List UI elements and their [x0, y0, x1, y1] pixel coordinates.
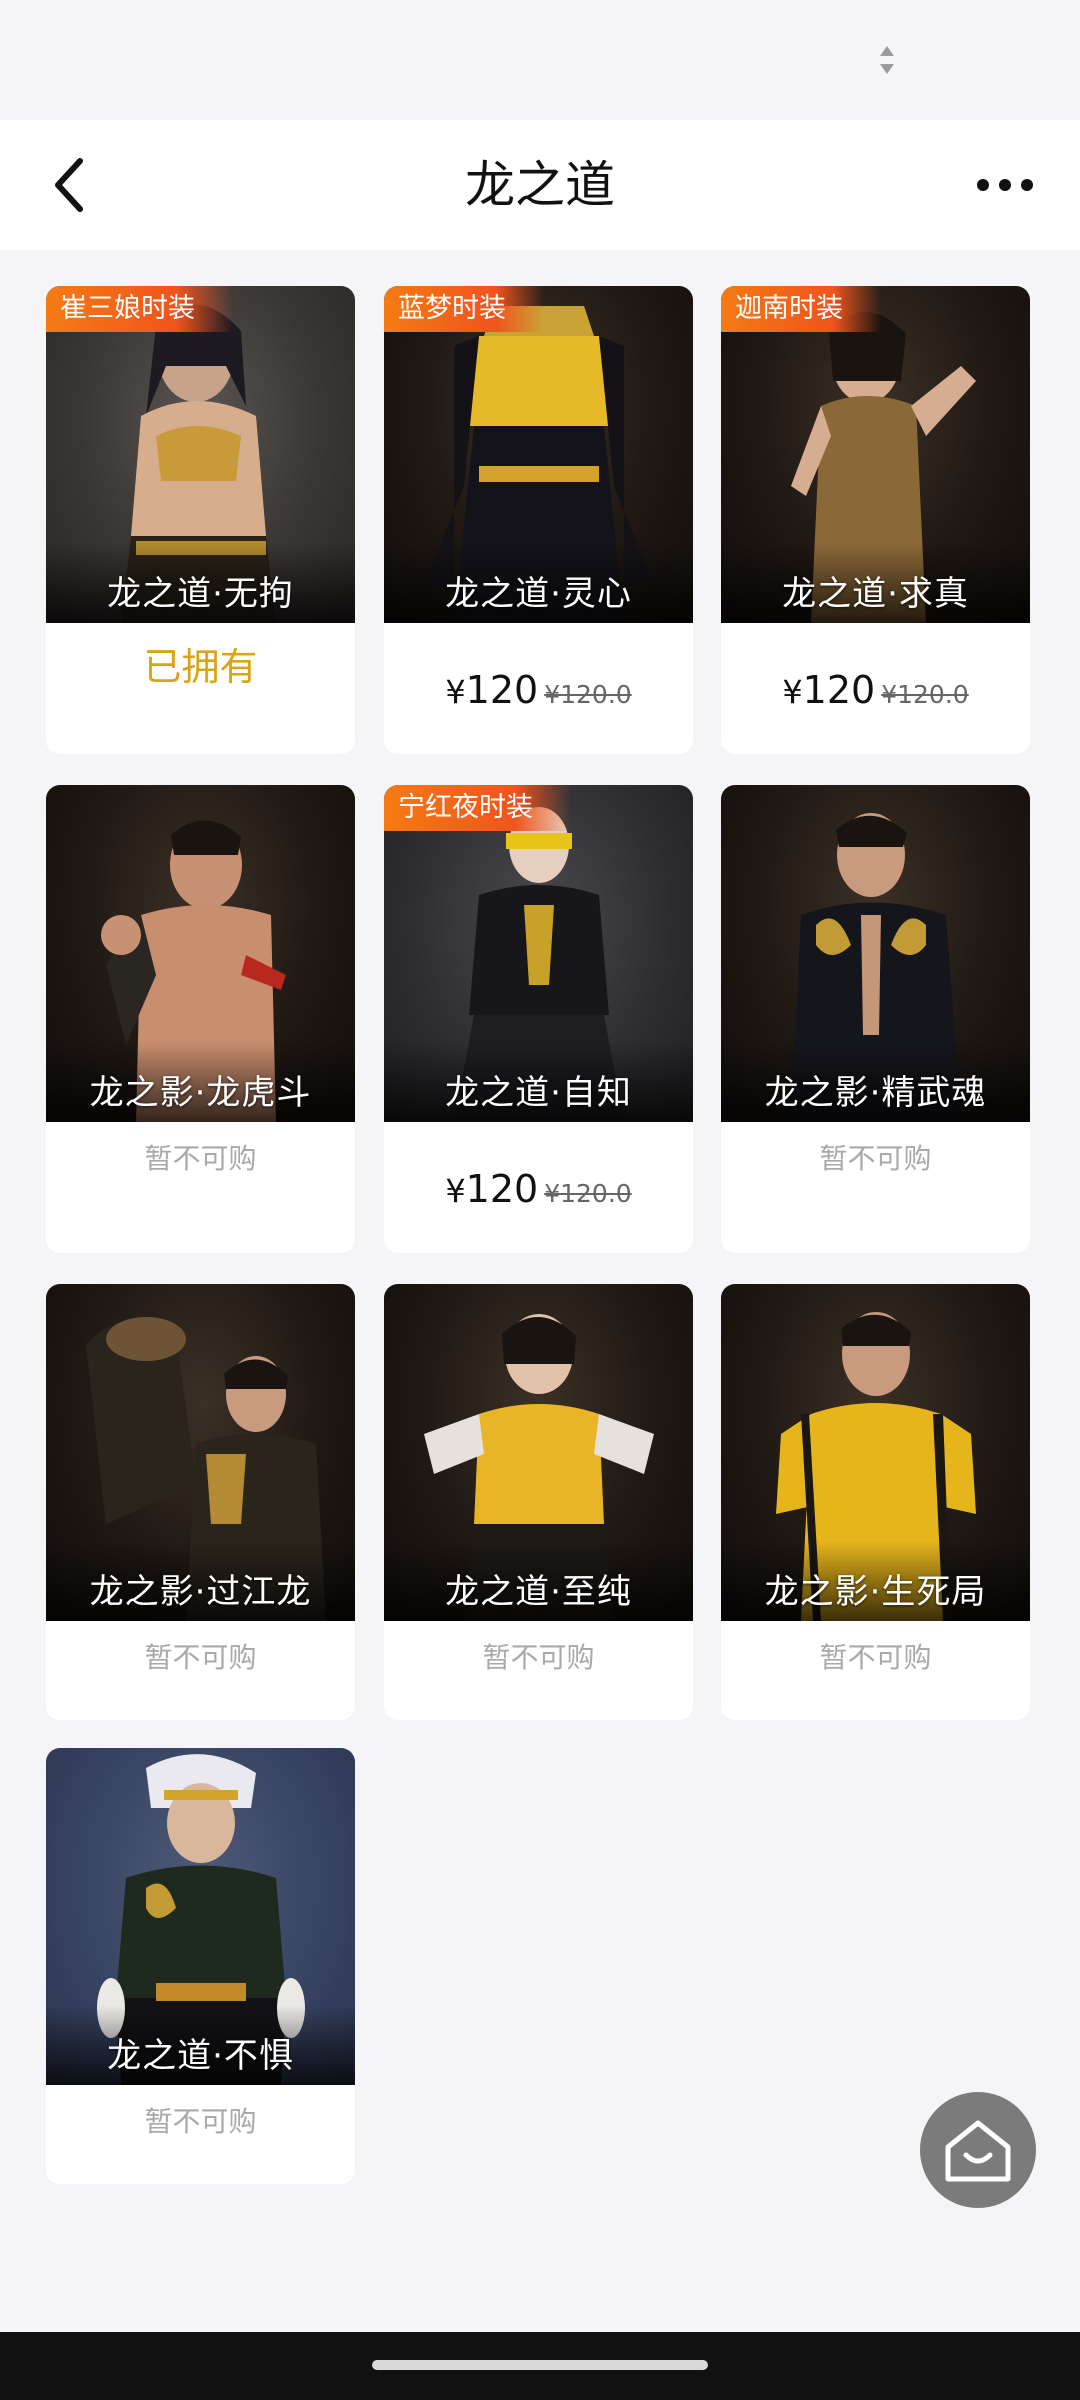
costume-card[interactable]: 龙之影·过江龙 暂不可购	[46, 1284, 355, 1720]
home-indicator[interactable]	[372, 2360, 708, 2370]
costume-tag: 宁红夜时装	[384, 785, 571, 831]
price-currency: ¥	[445, 673, 466, 711]
unavailable-label: 暂不可购	[482, 1641, 595, 1674]
price: ¥120 ¥120.0	[384, 1167, 693, 1211]
price-value: 120	[802, 668, 876, 712]
costume-tag: 蓝梦时装	[384, 286, 544, 332]
original-price: ¥120.0	[544, 1179, 632, 1208]
costume-name: 龙之道·自知	[445, 1073, 632, 1113]
home-button[interactable]	[920, 2092, 1036, 2208]
home-icon	[945, 2120, 1011, 2182]
system-navigation-bar	[0, 2332, 1080, 2400]
costume-name: 龙之道·无拘	[107, 574, 294, 614]
costume-card[interactable]: 龙之影·生死局 暂不可购	[721, 1284, 1030, 1720]
back-button[interactable]	[26, 140, 116, 230]
costume-card[interactable]: 迦南时装 龙之道·求真 ¥120 ¥120.0	[721, 286, 1030, 754]
price: ¥120 ¥120.0	[384, 668, 693, 712]
status-bar	[0, 0, 1080, 120]
original-price: ¥120.0	[881, 680, 969, 709]
costume-name: 龙之影·过江龙	[89, 1572, 312, 1612]
unavailable-label: 暂不可购	[144, 1142, 257, 1175]
more-options-button[interactable]	[960, 140, 1050, 230]
costume-name: 龙之影·生死局	[764, 1572, 987, 1612]
more-dots-icon	[977, 179, 1033, 191]
costume-card[interactable]: 蓝梦时装 龙之道·灵心 ¥120 ¥120.0	[384, 286, 693, 754]
costume-card[interactable]: 龙之影·精武魂 暂不可购	[721, 785, 1030, 1253]
costume-card[interactable]: 崔三娘时装 龙之道·无拘 已拥有	[46, 286, 355, 754]
sort-arrows-icon	[880, 46, 894, 74]
costume-tag: 崔三娘时装	[46, 286, 233, 332]
price-value: 120	[465, 668, 539, 712]
costume-name: 龙之道·求真	[782, 574, 969, 614]
price-currency: ¥	[782, 673, 803, 711]
costume-name: 龙之道·不惧	[107, 2036, 294, 2076]
unavailable-label: 暂不可购	[144, 1641, 257, 1674]
costume-name: 龙之影·龙虎斗	[89, 1073, 312, 1113]
costume-name: 龙之道·灵心	[445, 574, 632, 614]
costume-card[interactable]: 龙之影·龙虎斗 暂不可购	[46, 785, 355, 1253]
unavailable-label: 暂不可购	[819, 1641, 932, 1674]
original-price: ¥120.0	[544, 680, 632, 709]
page-title: 龙之道	[465, 156, 615, 214]
costume-tag: 迦南时装	[721, 286, 881, 332]
back-arrow-icon	[55, 158, 83, 212]
top-nav-bar: 龙之道	[0, 120, 1080, 250]
costume-name: 龙之影·精武魂	[764, 1073, 987, 1113]
costume-name: 龙之道·至纯	[445, 1572, 632, 1612]
unavailable-label: 暂不可购	[144, 2105, 257, 2138]
costume-card[interactable]: 龙之道·至纯 暂不可购	[384, 1284, 693, 1720]
unavailable-label: 暂不可购	[819, 1142, 932, 1175]
costume-card[interactable]: 宁红夜时装 龙之道·自知 ¥120 ¥120.0	[384, 785, 693, 1253]
owned-label: 已拥有	[143, 645, 258, 689]
price-value: 120	[465, 1167, 539, 1211]
price-currency: ¥	[445, 1172, 466, 1210]
costume-card[interactable]: 龙之道·不惧 暂不可购	[46, 1748, 355, 2184]
price: ¥120 ¥120.0	[721, 668, 1030, 712]
